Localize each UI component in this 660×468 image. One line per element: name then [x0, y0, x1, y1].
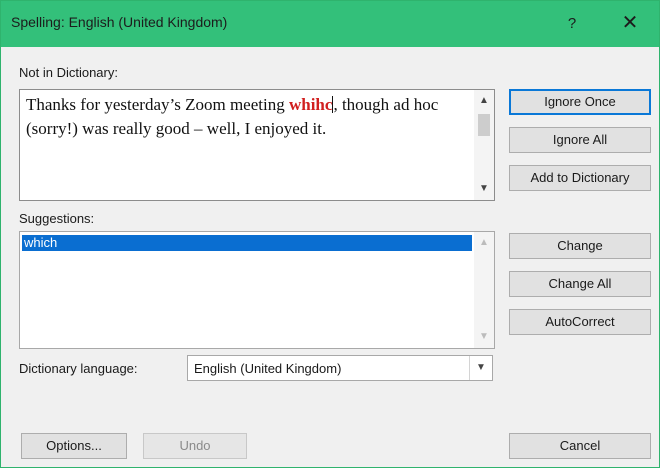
misspelled-word: whihc	[288, 95, 333, 114]
add-to-dictionary-button[interactable]: Add to Dictionary	[509, 165, 651, 191]
dictionary-language-select[interactable]: English (United Kingdom) ▼	[187, 355, 493, 381]
title-bar: Spelling: English (United Kingdom) ? ✕	[1, 1, 659, 47]
change-button[interactable]: Change	[509, 233, 651, 259]
help-button[interactable]: ?	[557, 11, 587, 37]
sentence-text[interactable]: Thanks for yesterday’s Zoom meeting whih…	[26, 93, 472, 141]
not-in-dictionary-textbox[interactable]: Thanks for yesterday’s Zoom meeting whih…	[19, 89, 495, 201]
scrollbar-thumb[interactable]	[478, 114, 490, 136]
suggestions-list[interactable]: which ▲ ▼	[19, 231, 495, 349]
suggestion-item[interactable]: which	[22, 235, 472, 251]
window-title: Spelling: English (United Kingdom)	[11, 14, 228, 30]
dictionary-language-value: English (United Kingdom)	[194, 361, 342, 376]
options-button[interactable]: Options...	[21, 433, 127, 459]
dictionary-language-label: Dictionary language:	[19, 361, 138, 376]
scroll-up-icon[interactable]: ▲	[474, 92, 494, 110]
scroll-down-icon[interactable]: ▼	[474, 180, 494, 198]
suggestions-label: Suggestions:	[19, 211, 95, 226]
change-all-button[interactable]: Change All	[509, 271, 651, 297]
cancel-button[interactable]: Cancel	[509, 433, 651, 459]
suggestions-scrollbar[interactable]: ▲ ▼	[474, 232, 494, 348]
not-in-dictionary-label: Not in Dictionary:	[19, 65, 118, 80]
autocorrect-button[interactable]: AutoCorrect	[509, 309, 651, 335]
undo-button[interactable]: Undo	[143, 433, 247, 459]
spelling-dialog: Spelling: English (United Kingdom) ? ✕ N…	[0, 0, 660, 468]
sentence-before: Thanks for yesterday’s Zoom meeting	[26, 95, 289, 114]
textbox-scrollbar[interactable]: ▲ ▼	[474, 90, 494, 200]
scroll-down-icon[interactable]: ▼	[474, 328, 494, 346]
scroll-up-icon[interactable]: ▲	[474, 234, 494, 252]
ignore-all-button[interactable]: Ignore All	[509, 127, 651, 153]
chevron-down-icon[interactable]: ▼	[469, 356, 492, 380]
close-button[interactable]: ✕	[615, 9, 645, 37]
ignore-once-button[interactable]: Ignore Once	[509, 89, 651, 115]
